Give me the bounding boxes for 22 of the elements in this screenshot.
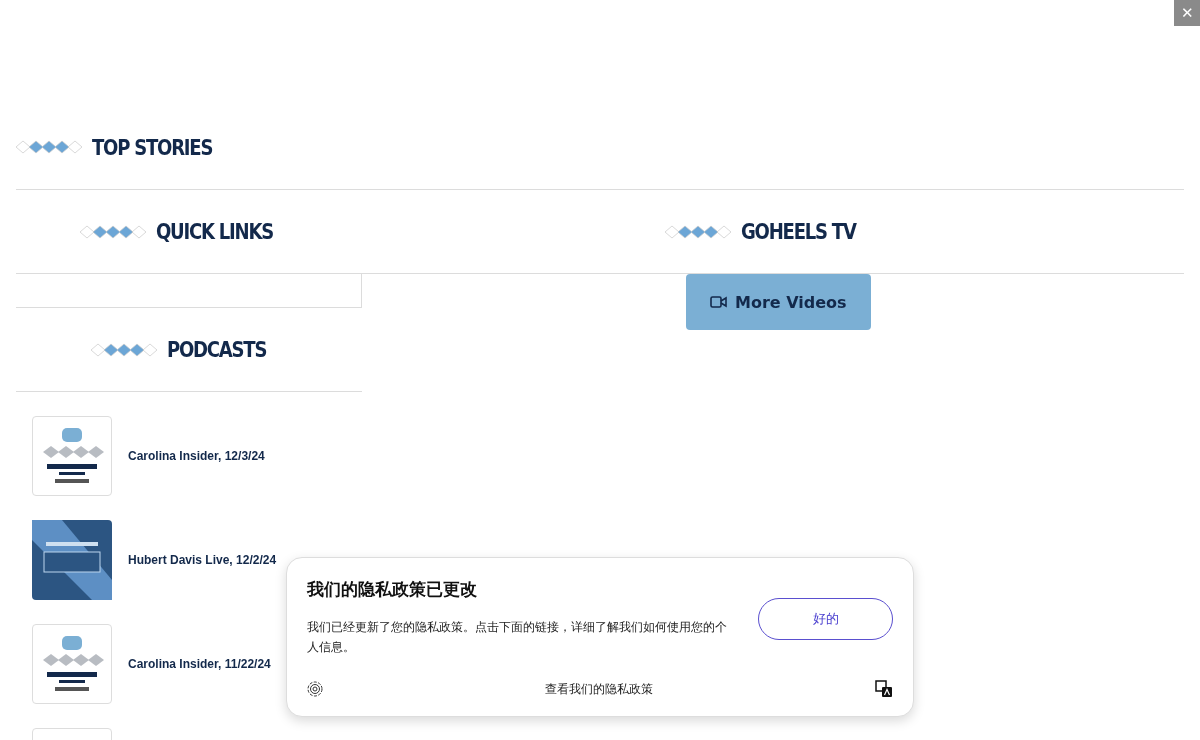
ok-button[interactable]: 好的 <box>758 598 893 640</box>
argyle-icon <box>79 224 146 239</box>
privacy-policy-link[interactable]: 查看我们的隐私政策 <box>545 681 653 697</box>
podcast-title[interactable]: Hubert Davis Live, 12/2/24 <box>128 553 277 567</box>
podcast-title[interactable]: Carolina Insider, 12/3/24 <box>128 449 265 463</box>
section-heading: QUICK LINKS <box>155 219 273 244</box>
argyle-icon <box>90 342 157 357</box>
section-heading: TOP STORIES <box>92 134 213 160</box>
more-videos-button[interactable]: More Videos <box>686 274 871 330</box>
fingerprint-icon[interactable] <box>307 681 323 697</box>
podcast-thumbnail[interactable] <box>32 416 112 496</box>
podcast-title[interactable]: Carolina Insider, 11/22/24 <box>128 657 271 671</box>
translate-icon[interactable] <box>875 680 893 698</box>
podcast-thumbnail[interactable] <box>32 520 112 600</box>
argyle-icon <box>16 140 82 154</box>
dialog-title: 我们的隐私政策已更改 <box>307 578 478 601</box>
video-camera-icon <box>710 296 727 308</box>
section-heading: GOHEELS TV <box>741 219 856 244</box>
section-heading: PODCASTS <box>166 337 266 362</box>
podcast-thumbnail[interactable] <box>32 624 112 704</box>
dialog-message: 我们已经更新了您的隐私政策。点击下面的链接，详细了解我们如何使用您的个人信息。 <box>307 619 728 656</box>
argyle-icon <box>665 224 732 239</box>
